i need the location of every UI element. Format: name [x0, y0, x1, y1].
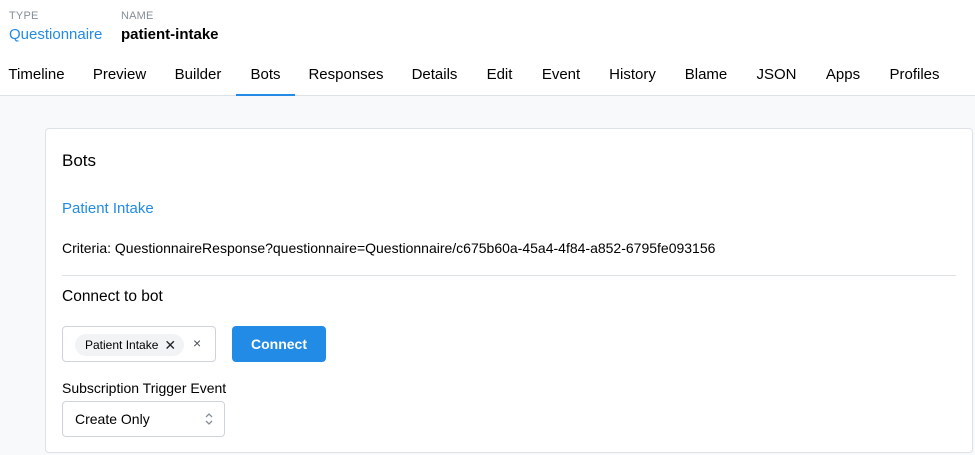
bot-multiselect[interactable]: Patient Intake ✕ × — [62, 326, 216, 362]
tab-history[interactable]: History — [600, 56, 665, 96]
resource-name: NAME patient-intake — [121, 10, 219, 43]
pill-label: Patient Intake — [85, 338, 159, 352]
resource-header: TYPE Questionnaire NAME patient-intake T… — [0, 0, 975, 96]
tab-timeline[interactable]: Timeline — [0, 56, 73, 96]
criteria-text: Criteria: QuestionnaireResponse?question… — [62, 240, 716, 256]
name-label: NAME — [121, 10, 154, 22]
type-label: TYPE — [9, 10, 39, 22]
chevron-up-down-icon — [205, 413, 213, 425]
bots-card: Bots Patient Intake Criteria: Questionna… — [45, 128, 973, 453]
tab-preview[interactable]: Preview — [83, 56, 156, 96]
card-title: Bots — [62, 151, 97, 170]
type-link[interactable]: Questionnaire — [9, 26, 102, 43]
resource-type: TYPE Questionnaire — [9, 10, 102, 43]
close-icon[interactable]: × — [193, 335, 201, 351]
trigger-select[interactable]: Create Only — [62, 401, 225, 437]
trigger-value: Create Only — [75, 411, 150, 427]
tab-builder[interactable]: Builder — [165, 56, 231, 96]
connect-title: Connect to bot — [62, 288, 163, 305]
trigger-label: Subscription Trigger Event — [62, 380, 227, 396]
close-icon[interactable]: ✕ — [164, 334, 176, 356]
tab-apps[interactable]: Apps — [817, 56, 869, 96]
tab-event[interactable]: Event — [533, 56, 589, 96]
tab-edit[interactable]: Edit — [477, 56, 522, 96]
tab-details[interactable]: Details — [403, 56, 466, 96]
tab-responses[interactable]: Responses — [300, 56, 392, 96]
selected-bot-pill: Patient Intake ✕ — [75, 334, 185, 356]
divider — [62, 275, 956, 276]
name-value: patient-intake — [121, 26, 219, 43]
tab-blame[interactable]: Blame — [676, 56, 736, 96]
tab-profiles[interactable]: Profiles — [880, 56, 949, 96]
tab-json[interactable]: JSON — [747, 56, 806, 96]
tab-bots[interactable]: Bots — [236, 56, 295, 96]
bot-link[interactable]: Patient Intake — [62, 200, 154, 217]
connect-button[interactable]: Connect — [232, 326, 326, 362]
